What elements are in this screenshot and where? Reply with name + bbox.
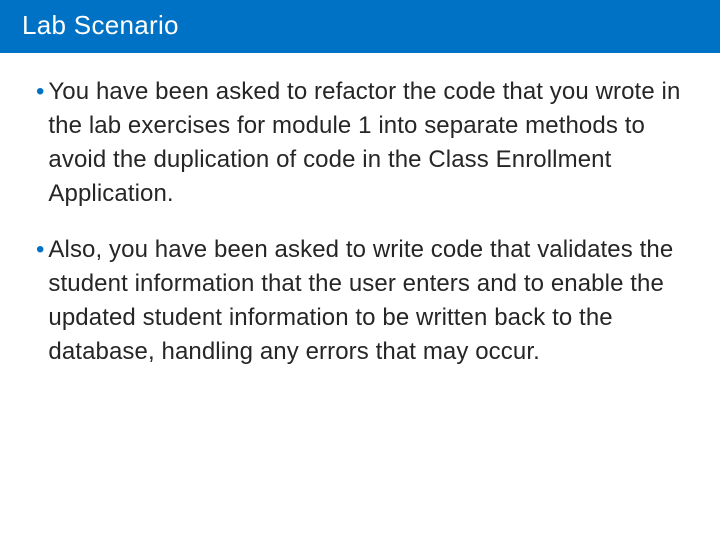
bullet-item: • You have been asked to refactor the co… <box>36 75 684 211</box>
slide: Lab Scenario • You have been asked to re… <box>0 0 720 540</box>
slide-body: • You have been asked to refactor the co… <box>0 53 720 391</box>
bullet-marker-icon: • <box>36 75 44 211</box>
bullet-item: • Also, you have been asked to write cod… <box>36 233 684 369</box>
bullet-text: You have been asked to refactor the code… <box>48 75 684 211</box>
bullet-marker-icon: • <box>36 233 44 369</box>
slide-title: Lab Scenario <box>0 0 720 53</box>
bullet-text: Also, you have been asked to write code … <box>48 233 684 369</box>
